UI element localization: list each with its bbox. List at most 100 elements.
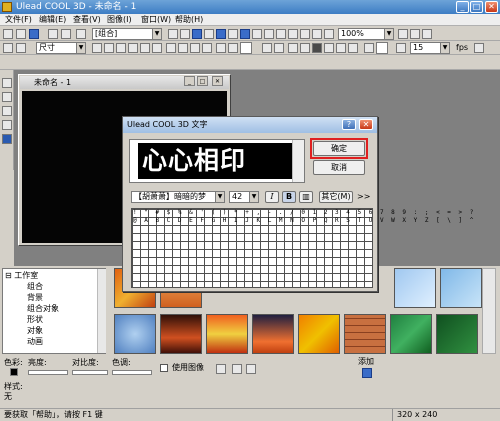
- thumbnail[interactable]: [160, 314, 202, 354]
- text-icon[interactable]: [252, 29, 262, 39]
- menu-view[interactable]: 查看(V): [70, 14, 104, 26]
- align-left-icon[interactable]: [92, 43, 102, 53]
- more-button[interactable]: >>: [357, 192, 370, 202]
- tree-item[interactable]: 动画: [27, 336, 43, 347]
- tree-item[interactable]: 背景: [27, 292, 43, 303]
- render-icon[interactable]: [324, 29, 334, 39]
- close-icon[interactable]: ✕: [485, 1, 498, 13]
- loop-icon[interactable]: [262, 43, 272, 53]
- minimize-icon[interactable]: _: [456, 1, 469, 13]
- select-icon[interactable]: [76, 29, 86, 39]
- tree-root[interactable]: ⊟ 工作室: [5, 270, 38, 281]
- extrude-icon[interactable]: [16, 43, 26, 53]
- thumbnail[interactable]: [390, 314, 432, 354]
- doc-close-icon[interactable]: ✕: [212, 76, 223, 86]
- hue-slider[interactable]: [112, 370, 152, 375]
- play-icon[interactable]: [300, 43, 310, 53]
- next-frame-icon[interactable]: [178, 43, 188, 53]
- leading-icon[interactable]: [152, 43, 162, 53]
- thumbnail[interactable]: [206, 314, 248, 354]
- end-icon[interactable]: [348, 43, 358, 53]
- bevel-icon[interactable]: [3, 43, 13, 53]
- rewind-icon[interactable]: [324, 43, 334, 53]
- edit-text-icon[interactable]: [276, 29, 286, 39]
- image-clear-icon[interactable]: [246, 364, 256, 374]
- thumbnail[interactable]: [436, 314, 478, 354]
- geometry-icon[interactable]: [288, 29, 298, 39]
- brightness-slider[interactable]: [28, 370, 68, 375]
- thumbnail-scrollbar[interactable]: [482, 268, 496, 354]
- undo-icon[interactable]: [48, 29, 58, 39]
- doc-minimize-icon[interactable]: _: [184, 76, 195, 86]
- italic-button[interactable]: I: [265, 191, 279, 203]
- tree-scrollbar[interactable]: [97, 269, 106, 353]
- frame-spin[interactable]: [240, 42, 252, 54]
- redo-icon[interactable]: [61, 29, 71, 39]
- maximize-icon[interactable]: □: [470, 1, 483, 13]
- frame-count-icon[interactable]: [396, 43, 406, 53]
- tree-item[interactable]: 对象: [27, 325, 43, 336]
- thumbnail[interactable]: [344, 314, 386, 354]
- text-tool-icon[interactable]: [2, 92, 12, 102]
- use-image-checkbox[interactable]: [160, 364, 168, 372]
- save-icon[interactable]: [29, 29, 39, 39]
- menu-window[interactable]: 窗口(W): [138, 14, 174, 26]
- new-icon[interactable]: [3, 29, 13, 39]
- reverse-icon[interactable]: [274, 43, 284, 53]
- text-input-area[interactable]: 心心相印: [129, 139, 305, 183]
- menu-file[interactable]: 文件(F): [2, 14, 35, 26]
- add-icon[interactable]: [362, 368, 372, 378]
- repeat-icon[interactable]: [364, 43, 374, 53]
- thumbnail[interactable]: [394, 268, 436, 308]
- rotate-icon[interactable]: [180, 29, 190, 39]
- dialog-close-icon[interactable]: ✕: [359, 119, 373, 130]
- export-icon[interactable]: [312, 29, 322, 39]
- thumbnail[interactable]: [252, 314, 294, 354]
- image-preview-icon[interactable]: [232, 364, 242, 374]
- bold-button[interactable]: B: [282, 191, 296, 203]
- keyframe-icon[interactable]: [216, 43, 226, 53]
- window-icon[interactable]: [398, 29, 408, 39]
- cancel-button[interactable]: 取消: [313, 160, 365, 175]
- last-frame-icon[interactable]: [202, 43, 212, 53]
- forward-icon[interactable]: [336, 43, 346, 53]
- text-scrollbar[interactable]: [292, 140, 304, 182]
- align-center-icon[interactable]: [104, 43, 114, 53]
- color-swatch[interactable]: [10, 368, 18, 376]
- size-combo[interactable]: 42 ▼: [229, 191, 259, 203]
- frames-spin[interactable]: [376, 42, 388, 54]
- menu-image[interactable]: 图像(I): [104, 14, 135, 26]
- zoom-combo[interactable]: 100% ▼: [338, 28, 394, 40]
- dialog-help-icon[interactable]: ?: [342, 119, 356, 130]
- size-icon[interactable]: [192, 29, 202, 39]
- frame-icon[interactable]: [288, 43, 298, 53]
- tree-item[interactable]: 组合: [27, 281, 43, 292]
- zoom-in-icon[interactable]: [228, 29, 238, 39]
- shape-tool-icon[interactable]: [2, 120, 12, 130]
- menu-help[interactable]: 帮助(H): [172, 14, 206, 26]
- open-icon[interactable]: [16, 29, 26, 39]
- image-icon[interactable]: [300, 29, 310, 39]
- justify-icon[interactable]: [128, 43, 138, 53]
- first-frame-icon[interactable]: [190, 43, 200, 53]
- fps-icon[interactable]: [474, 43, 484, 53]
- font-combo[interactable]: 【胡萧萧】暗暗的梦 ▼: [131, 191, 225, 203]
- object-combo[interactable]: [组合] ▼: [92, 28, 162, 40]
- columns-button[interactable]: ▥: [299, 191, 313, 203]
- edit-tool-icon[interactable]: [2, 106, 12, 116]
- globe-tool-icon[interactable]: [2, 134, 12, 144]
- size-combo[interactable]: 尺寸 ▼: [36, 42, 86, 54]
- contrast-slider[interactable]: [72, 370, 108, 375]
- doc-maximize-icon[interactable]: □: [197, 76, 208, 86]
- tree-item[interactable]: 组合对象: [27, 303, 59, 314]
- insert-icon[interactable]: [264, 29, 274, 39]
- help-pointer-icon[interactable]: [422, 29, 432, 39]
- add-keyframe-icon[interactable]: [228, 43, 238, 53]
- move-icon[interactable]: [168, 29, 178, 39]
- thumbnail[interactable]: [298, 314, 340, 354]
- hand-icon[interactable]: [240, 29, 250, 39]
- stop-icon[interactable]: [312, 43, 322, 53]
- ok-button[interactable]: 确定: [313, 141, 365, 156]
- prev-frame-icon[interactable]: [166, 43, 176, 53]
- select-tool-icon[interactable]: [2, 78, 12, 88]
